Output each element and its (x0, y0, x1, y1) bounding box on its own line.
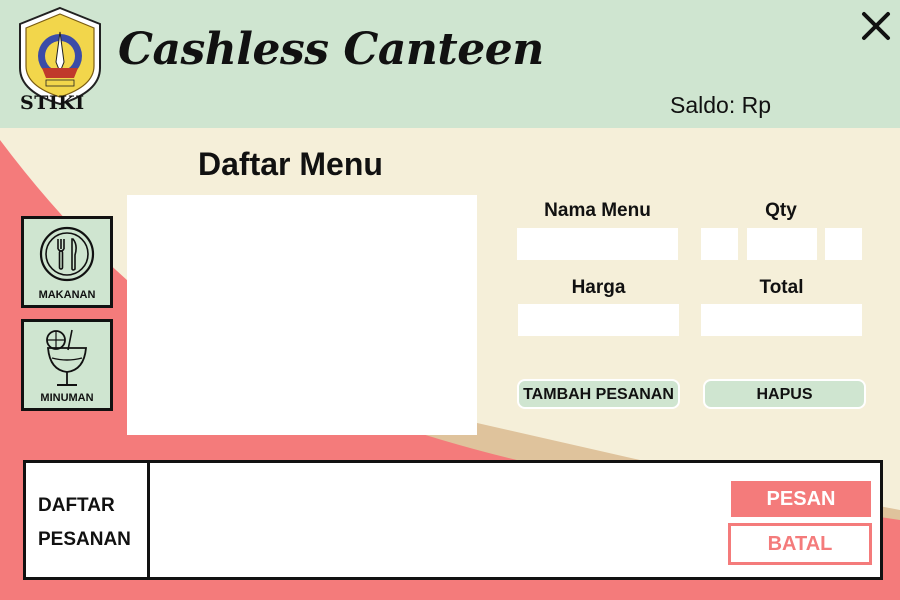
category-makanan-button[interactable]: MAKANAN (21, 216, 113, 308)
tambah-pesanan-button[interactable]: TAMBAH PESANAN (517, 379, 680, 409)
order-label-line1: DAFTAR (38, 495, 115, 516)
qty-increase-box[interactable] (825, 228, 862, 260)
batal-button[interactable]: BATAL (728, 523, 872, 565)
utensils-icon (39, 226, 95, 282)
harga-input[interactable] (518, 304, 679, 336)
app-window: STIKI Cashless Canteen Saldo: Rp Daftar … (0, 0, 900, 600)
saldo-label: Saldo: Rp (670, 92, 772, 118)
qty-label: Qty (765, 200, 797, 221)
header-bar: STIKI Cashless Canteen Saldo: Rp (0, 0, 900, 128)
close-icon[interactable] (858, 8, 894, 44)
order-list-label: DAFTAR PESANAN (26, 463, 150, 577)
menu-list-panel[interactable] (127, 195, 477, 435)
order-panel: DAFTAR PESANAN PESAN BATAL (23, 460, 883, 580)
drink-glass-icon (46, 329, 87, 386)
nama-menu-label: Nama Menu (544, 200, 651, 221)
menu-title: Daftar Menu (198, 146, 383, 182)
total-input[interactable] (701, 304, 862, 336)
order-label-line2: PESANAN (38, 529, 131, 550)
hapus-button[interactable]: HAPUS (703, 379, 866, 409)
qty-decrease-box[interactable] (701, 228, 738, 260)
pesan-button[interactable]: PESAN (731, 481, 871, 517)
qty-input[interactable] (747, 228, 817, 260)
harga-label: Harga (571, 277, 626, 298)
nama-menu-input[interactable] (517, 228, 678, 260)
category-makanan-label: MAKANAN (38, 289, 96, 301)
category-minuman-label: MINUMAN (40, 392, 94, 404)
category-minuman-button[interactable]: MINUMAN (21, 319, 113, 411)
total-label: Total (759, 277, 804, 298)
app-title: Cashless Canteen (118, 24, 544, 75)
logo-text: STIKI (20, 92, 85, 114)
